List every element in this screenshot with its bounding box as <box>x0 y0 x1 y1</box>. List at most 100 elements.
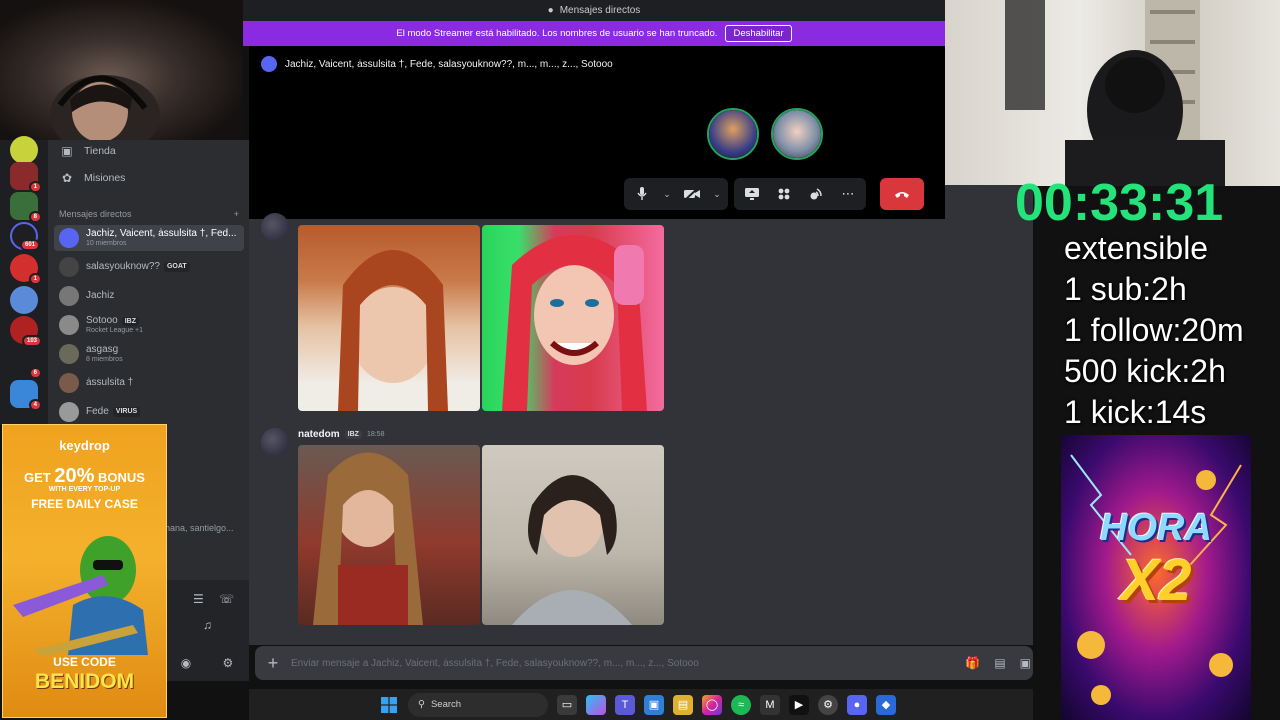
discord-logo-icon: ● <box>547 5 554 16</box>
soundboard-icon[interactable]: ♫ <box>203 618 212 632</box>
gif-icon[interactable]: ▤ <box>994 656 1005 670</box>
taskbar-search-label: Search <box>430 699 462 710</box>
screen-share-icon[interactable] <box>740 182 764 206</box>
search-icon: ⚲ <box>418 699 425 710</box>
goal-line: extensible <box>1064 230 1209 266</box>
promo-mascot <box>13 536 148 655</box>
dm-item[interactable]: Jachiz <box>54 283 244 309</box>
dm-item[interactable]: asgasg 8 miembros <box>54 341 244 367</box>
call-actions-group: ⋯ <box>734 178 866 210</box>
headphones-icon[interactable]: ◉ <box>181 656 191 670</box>
promo-headline: GET 20% BONUS <box>24 465 145 487</box>
chevron-down-icon[interactable]: ⌄ <box>662 182 672 206</box>
goal-line: 1 sub:2h <box>1064 271 1187 307</box>
group-dm-avatar <box>59 228 79 248</box>
instagram-icon[interactable]: ◯ <box>702 694 722 715</box>
disconnect-icon[interactable]: ☏ <box>219 592 234 606</box>
hang-up-button[interactable] <box>880 178 924 210</box>
spotify-icon[interactable]: ≈ <box>731 694 751 715</box>
phone-hangup-icon <box>895 191 909 198</box>
dm-item[interactable]: Sotooo IBZ Rocket League +1 <box>54 312 244 338</box>
task-view-icon[interactable]: ▭ <box>557 694 577 715</box>
settings-gear-icon[interactable]: ⚙ <box>223 656 234 670</box>
disable-streamer-mode-button[interactable]: Deshabilitar <box>725 25 792 42</box>
nav-item-quests[interactable]: ✿ Misiones <box>60 171 125 185</box>
message-author[interactable]: natedom <box>298 429 340 440</box>
app-icon[interactable]: ▶ <box>789 694 809 715</box>
server-icon[interactable]: 8 <box>10 192 42 223</box>
copilot-icon[interactable] <box>586 694 606 715</box>
dm-item[interactable]: Fede VIRUS <box>54 399 244 425</box>
windows-taskbar: ⚲ Search ▭ T ▣ ▤ ◯ ≈ M ▶ ⚙ ● ◆ <box>249 689 1033 720</box>
camera-off-icon[interactable] <box>680 182 704 206</box>
clan-tag-badge: IBZ <box>121 316 139 326</box>
nav-item-shop[interactable]: ▣ Tienda <box>60 144 115 158</box>
shop-icon: ▣ <box>61 144 73 158</box>
rocket-league-icon[interactable]: ◆ <box>876 694 896 715</box>
message-composer[interactable]: + Enviar mensaje a Jachiz, Vaicent, ȧssu… <box>255 646 1033 680</box>
call-controls: ⌄ ⌄ ⋯ <box>624 178 924 210</box>
keydrop-promo-banner: keydrop GET 20% BONUS WITH EVERY TOP-UP … <box>2 424 167 718</box>
taskbar-search[interactable]: ⚲ Search <box>408 692 548 717</box>
server-icon[interactable] <box>10 286 38 314</box>
soundboard-icon[interactable] <box>804 182 828 206</box>
server-icon[interactable]: 6 <box>10 348 42 379</box>
discord-taskbar-icon[interactable]: ● <box>847 694 867 715</box>
chat-messages[interactable]: natedom IBZ 18:58 <box>249 213 1033 645</box>
message-attachment-image[interactable] <box>298 225 480 411</box>
store-icon[interactable]: ▣ <box>644 694 664 715</box>
message-attachment-image[interactable] <box>482 225 664 411</box>
dm-name: Sotooo <box>86 315 118 327</box>
windows-start-icon[interactable] <box>379 695 399 715</box>
server-badge: 4 <box>28 399 42 411</box>
message-attachment-image[interactable] <box>482 445 664 625</box>
server-icon[interactable] <box>10 136 38 164</box>
server-icon[interactable]: 1 <box>10 162 42 193</box>
avatar <box>59 315 79 335</box>
message-header: natedom IBZ 18:58 <box>298 429 384 440</box>
subathon-goals: extensible 1 sub:2h 1 follow:20m 500 kic… <box>1064 228 1244 433</box>
call-participant-avatar[interactable] <box>771 108 823 160</box>
promo-subline: WITH EVERY TOP-UP <box>48 486 121 493</box>
gift-icon[interactable]: 🎁 <box>965 656 980 670</box>
microphone-icon[interactable] <box>630 182 654 206</box>
more-options-icon[interactable]: ⋯ <box>836 182 860 206</box>
message-input[interactable]: Enviar mensaje a Jachiz, Vaicent, ȧssuls… <box>291 658 699 669</box>
create-dm-button[interactable]: + <box>234 209 239 219</box>
taskbar-icons: ⚲ Search ▭ T ▣ ▤ ◯ ≈ M ▶ ⚙ ● ◆ <box>379 689 896 720</box>
webcam-right-room <box>1005 0 1225 186</box>
activities-icon[interactable] <box>772 182 796 206</box>
dm-item-partial[interactable]: hana, santielgo... <box>165 523 234 533</box>
add-attachment-icon[interactable]: + <box>255 653 291 674</box>
promo-use-code: USE CODE <box>53 655 116 669</box>
dm-item[interactable]: ȧssulsita † <box>54 370 244 396</box>
app-icon[interactable]: M <box>760 694 780 715</box>
dm-item[interactable]: Jachiz, Vaicent, ȧssulsita †, Fed... 10 m… <box>54 225 244 251</box>
streamer-mode-banner: El modo Streamer está habilitado. Los no… <box>243 21 945 46</box>
message-avatar[interactable] <box>261 213 289 241</box>
app-icon[interactable]: ⚙ <box>818 694 838 715</box>
noise-suppression-icon[interactable]: ☰ <box>193 592 204 606</box>
file-explorer-icon[interactable]: ▤ <box>673 694 693 715</box>
window-titlebar: ● Mensajes directos <box>243 0 945 21</box>
server-icon[interactable]: 103 <box>10 316 42 347</box>
message-attachment-image[interactable] <box>298 445 480 625</box>
chevron-down-icon[interactable]: ⌄ <box>712 182 722 206</box>
message-avatar[interactable] <box>261 428 289 456</box>
teams-icon[interactable]: T <box>615 694 635 715</box>
clan-tag-badge: VIRUS <box>112 407 141 417</box>
quests-icon: ✿ <box>61 171 73 185</box>
call-participant-avatar[interactable] <box>707 108 759 160</box>
server-icon[interactable]: 1 <box>10 254 42 285</box>
avatar <box>59 257 79 277</box>
avatar <box>59 373 79 393</box>
server-icon[interactable]: 4 <box>10 380 42 411</box>
webcam-left-figure <box>50 75 160 140</box>
sticker-icon[interactable]: ▣ <box>1020 656 1031 670</box>
dm-section-title: Mensajes directos <box>59 209 132 219</box>
promo-code: BENIDOM <box>34 670 135 693</box>
dm-item[interactable]: salasyouknow?? GOAT <box>54 254 244 280</box>
dm-section-header: Mensajes directos + <box>59 209 239 219</box>
server-icon[interactable]: 601 <box>10 222 40 251</box>
clan-tag-badge: IBZ <box>344 430 362 439</box>
